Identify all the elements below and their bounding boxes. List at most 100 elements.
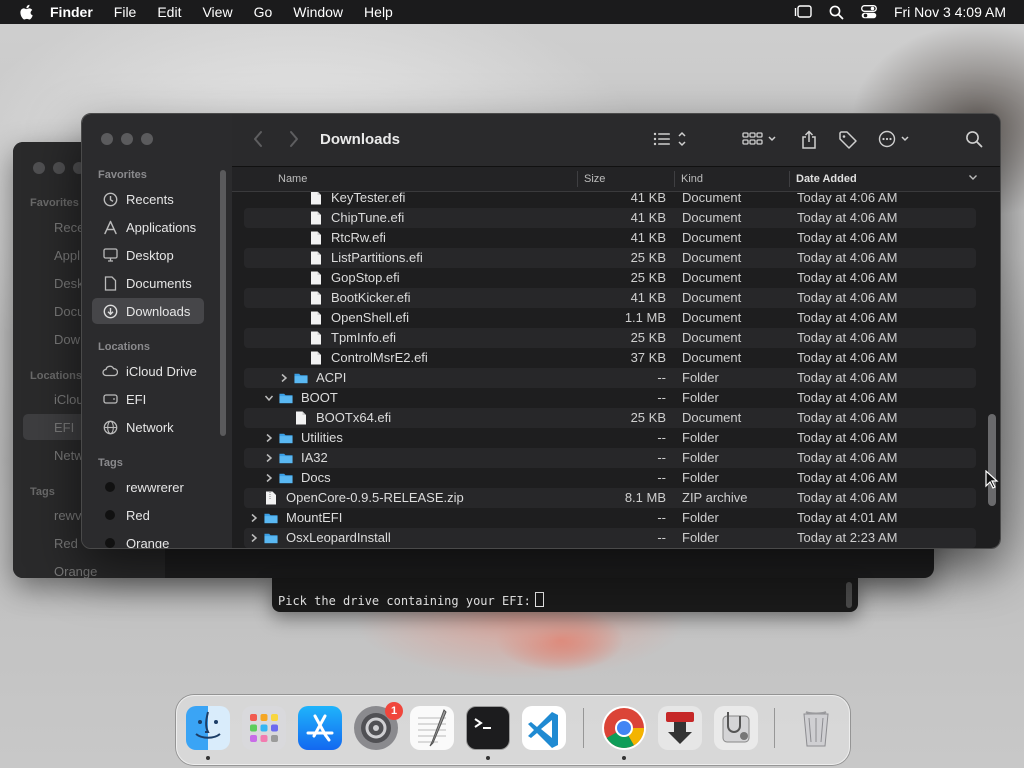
sidebar-tag-rewwrerer[interactable]: rewwrerer — [92, 474, 204, 500]
file-row[interactable]: TpmInfo.efi 25 KB Document Today at 4:06 AM — [244, 328, 976, 348]
forward-button[interactable] — [288, 130, 300, 148]
sidebar-item-documents[interactable]: Documents — [92, 270, 204, 296]
file-row[interactable]: ChipTune.efi 41 KB Document Today at 4:06 A… — [244, 208, 976, 228]
trash-dock-icon[interactable] — [794, 706, 838, 750]
sidebar-tag-orange[interactable]: Orange — [92, 530, 204, 548]
file-row[interactable]: MountEFI -- Folder Today at 4:01 AM — [244, 508, 976, 528]
file-kind: ZIP archive — [682, 490, 748, 505]
background-sidebar-text: Red — [54, 536, 78, 551]
sidebar-tag-red[interactable]: Red — [92, 502, 204, 528]
sidebar-item-recents[interactable]: Recents — [92, 186, 204, 212]
column-kind[interactable]: Kind — [681, 173, 703, 185]
file-row[interactable]: BootKicker.efi 41 KB Document Today at 4:06… — [244, 288, 976, 308]
sidebar-item-efi[interactable]: EFI — [92, 386, 204, 412]
menu-view[interactable]: View — [202, 0, 232, 24]
file-row[interactable]: OpenShell.efi 1.1 MB Document Today at 4:06… — [244, 308, 976, 328]
vscode-dock-icon[interactable] — [522, 706, 566, 750]
list-view-button[interactable] — [652, 130, 690, 153]
file-row[interactable]: BOOTx64.efi 25 KB Document Today at 4:06 AM — [244, 408, 976, 428]
file-row[interactable]: ListPartitions.efi 25 KB Document Today at … — [244, 248, 976, 268]
menu-clock[interactable]: Fri Nov 3 4:09 AM — [894, 4, 1006, 20]
file-row[interactable]: OpenCore-0.9.5-RELEASE.zip 8.1 MB ZIP arch… — [244, 488, 976, 508]
file-row[interactable]: KeyTester.efi 41 KB Document Today at 4:06 … — [244, 192, 976, 208]
sort-chevron-icon[interactable] — [968, 172, 978, 185]
file-size: -- — [657, 370, 666, 385]
file-row[interactable]: Docs -- Folder Today at 4:06 AM — [244, 468, 976, 488]
apple-menu-icon[interactable] — [16, 2, 36, 22]
file-date-added: Today at 4:06 AM — [797, 230, 898, 245]
file-row[interactable]: RtcRw.efi 41 KB Document Today at 4:06 AM — [244, 228, 976, 248]
textedit-dock-icon[interactable] — [410, 706, 454, 750]
menu-help[interactable]: Help — [364, 0, 393, 24]
file-row[interactable]: ACPI -- Folder Today at 4:06 AM — [244, 368, 976, 388]
back-button[interactable] — [252, 130, 264, 148]
sidebar-item-downloads[interactable]: Downloads — [92, 298, 204, 324]
disclosure-triangle-open-icon[interactable] — [263, 392, 275, 404]
file-date-added: Today at 4:06 AM — [797, 490, 898, 505]
file-size: 1.1 MB — [624, 310, 666, 325]
folder-icon — [279, 451, 293, 465]
file-icon — [309, 251, 323, 265]
column-size[interactable]: Size — [584, 173, 605, 185]
sidebar-scrollbar[interactable] — [220, 170, 226, 436]
group-by-button[interactable] — [742, 130, 778, 153]
terminal-dock-icon[interactable] — [466, 706, 510, 750]
more-actions-button[interactable] — [878, 130, 914, 153]
disclosure-triangle-closed-icon[interactable] — [263, 472, 275, 484]
menu-window[interactable]: Window — [293, 0, 343, 24]
finder-content: Downloads Name Size Kind Date Added KeyT… — [232, 114, 1000, 548]
control-center-icon[interactable] — [861, 5, 877, 19]
share-button[interactable] — [800, 130, 818, 155]
downloader-dock-icon[interactable] — [658, 706, 702, 750]
column-name[interactable]: Name — [278, 173, 307, 185]
stage-manager-icon[interactable] — [794, 5, 812, 19]
file-row[interactable]: IA32 -- Folder Today at 4:06 AM — [244, 448, 976, 468]
search-button[interactable] — [965, 130, 983, 153]
spotlight-search-icon[interactable] — [829, 5, 844, 20]
file-date-added: Today at 4:06 AM — [797, 310, 898, 325]
menu-app-name[interactable]: Finder — [50, 0, 93, 24]
file-row[interactable]: OsxLeopardInstall -- Folder Today at 2:23 A… — [244, 528, 976, 548]
terminal-scrollbar[interactable] — [846, 582, 852, 608]
tags-button[interactable] — [838, 130, 858, 155]
file-kind: Document — [682, 350, 742, 365]
disclosure-triangle-closed-icon[interactable] — [263, 452, 275, 464]
grid-icon — [742, 130, 778, 153]
search-icon — [965, 130, 983, 153]
menu-file[interactable]: File — [114, 0, 137, 24]
file-row[interactable]: GopStop.efi 25 KB Document Today at 4:06 AM — [244, 268, 976, 288]
file-row[interactable]: BOOT -- Folder Today at 4:06 AM — [244, 388, 976, 408]
menu-edit[interactable]: Edit — [157, 0, 181, 24]
disclosure-triangle-closed-icon[interactable] — [263, 432, 275, 444]
file-size: -- — [657, 530, 666, 545]
disk-utility-dock-icon[interactable] — [714, 706, 758, 750]
column-date-added[interactable]: Date Added — [796, 173, 857, 185]
finder-dock-icon[interactable] — [186, 706, 230, 750]
terminal-window[interactable]: Pick the drive containing your EFI: — [272, 578, 858, 612]
sidebar-item-applications[interactable]: Applications — [92, 214, 204, 240]
disclosure-triangle-closed-icon[interactable] — [248, 512, 260, 524]
sidebar-item-desktop[interactable]: Desktop — [92, 242, 204, 268]
disclosure-triangle-closed-icon[interactable] — [248, 532, 260, 544]
close-window-button[interactable] — [101, 133, 113, 145]
file-row[interactable]: Utilities -- Folder Today at 4:06 AM — [244, 428, 976, 448]
chrome-dock-icon[interactable] — [602, 706, 646, 750]
minimize-window-button[interactable] — [121, 133, 133, 145]
zoom-window-button[interactable] — [141, 133, 153, 145]
file-row[interactable]: ControlMsrE2.efi 37 KB Document Today at 4:… — [244, 348, 976, 368]
sidebar-item-network[interactable]: Network — [92, 414, 204, 440]
file-name-cell: ChipTune.efi — [293, 210, 404, 225]
sidebar-item-icloud-drive[interactable]: iCloud Drive — [92, 358, 204, 384]
file-size: 41 KB — [630, 192, 666, 205]
app-store-dock-icon[interactable] — [298, 706, 342, 750]
background-sidebar-text: Orange — [54, 564, 98, 578]
launchpad-dock-icon[interactable] — [242, 706, 286, 750]
disclosure-triangle-closed-icon[interactable] — [278, 372, 290, 384]
menu-go[interactable]: Go — [254, 0, 273, 24]
file-name-cell: ControlMsrE2.efi — [293, 350, 428, 365]
file-name-label: BootKicker.efi — [331, 290, 411, 305]
